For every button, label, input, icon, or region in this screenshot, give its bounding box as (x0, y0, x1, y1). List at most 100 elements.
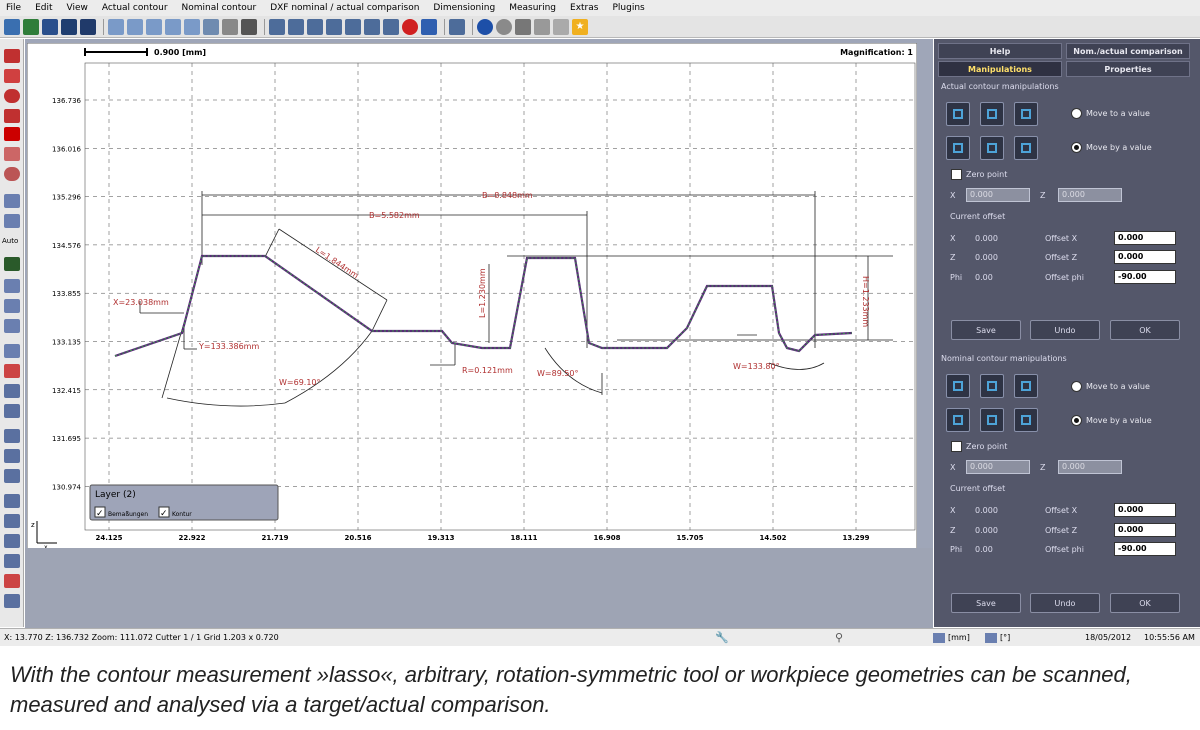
contour-canvas[interactable]: 0.900 [mm] Magnification: 1 136.736 136.0… (27, 43, 917, 580)
move-icon[interactable] (364, 18, 380, 35)
nominal-save-button[interactable]: Save (951, 593, 1021, 613)
cross-icon[interactable] (241, 18, 257, 35)
tangent-icon[interactable] (4, 364, 20, 378)
menu-file[interactable]: File (6, 3, 21, 13)
report-icon[interactable] (4, 534, 20, 548)
zero-point-checkbox[interactable] (951, 169, 962, 180)
cursor-icon[interactable] (307, 18, 323, 35)
circle-probe-icon[interactable] (4, 89, 20, 103)
move-horizontal-icon[interactable] (980, 408, 1004, 432)
zero-point-checkbox[interactable] (951, 441, 962, 452)
line-icon[interactable] (4, 147, 20, 161)
info-icon[interactable] (477, 18, 493, 35)
compare-icon[interactable] (4, 514, 20, 528)
measure-tool-icon[interactable] (449, 18, 465, 35)
zp-x-field[interactable]: 0.000 (966, 188, 1030, 202)
grid-icon[interactable] (222, 18, 238, 35)
tab-properties[interactable]: Properties (1066, 61, 1190, 77)
actual-offset-phi-field[interactable]: -90.00 (1114, 270, 1176, 284)
select-icon[interactable] (345, 18, 361, 35)
move-up-right-icon[interactable] (1014, 374, 1038, 398)
nominal-offset-phi-field[interactable]: -90.00 (1114, 542, 1176, 556)
nominal-undo-button[interactable]: Undo (1030, 593, 1100, 613)
arc-icon[interactable] (4, 167, 20, 181)
zp-x-field[interactable]: 0.000 (966, 460, 1030, 474)
export-icon[interactable] (4, 554, 20, 568)
point-icon[interactable] (4, 109, 20, 123)
tab-nom-actual-comparison[interactable]: Nom./actual comparison (1066, 43, 1190, 59)
zoom-out-icon[interactable] (127, 18, 143, 35)
nominal-offset-z-field[interactable]: 0.000 (1114, 523, 1176, 537)
edit-icon[interactable] (534, 18, 550, 35)
save-as-icon[interactable] (61, 18, 77, 35)
scan-icon[interactable] (4, 194, 20, 208)
angle-unit-select[interactable]: [°] (1000, 633, 1010, 642)
radio-move-by-value[interactable] (1071, 142, 1082, 153)
zoom-all-icon[interactable] (203, 18, 219, 35)
menu-measuring[interactable]: Measuring (509, 3, 556, 13)
menu-actual-contour[interactable]: Actual contour (102, 3, 168, 13)
marker-icon[interactable] (4, 127, 20, 141)
radius-icon[interactable] (4, 319, 20, 333)
zoom-in-icon[interactable] (108, 18, 124, 35)
radio-move-to-value[interactable] (1071, 381, 1082, 392)
display-icon[interactable] (4, 257, 20, 271)
zoom-prev-icon[interactable] (184, 18, 200, 35)
print-report-icon[interactable] (4, 594, 20, 608)
tool-icon[interactable] (4, 574, 20, 588)
profile-icon[interactable] (4, 494, 20, 508)
settings-icon[interactable] (496, 18, 512, 35)
angle-icon[interactable] (4, 279, 20, 293)
menu-dimensioning[interactable]: Dimensioning (433, 3, 495, 13)
save-icon[interactable] (42, 18, 58, 35)
new-doc-icon[interactable] (4, 18, 20, 35)
actual-offset-x-field[interactable]: 0.000 (1114, 231, 1176, 245)
zp-z-field[interactable]: 0.000 (1058, 460, 1122, 474)
move-vertical-icon[interactable] (946, 136, 970, 160)
radio-move-by-value[interactable] (1071, 415, 1082, 426)
menu-nominal-contour[interactable]: Nominal contour (182, 3, 257, 13)
gear-icon[interactable] (515, 18, 531, 35)
width-icon[interactable] (4, 404, 20, 418)
menu-extras[interactable]: Extras (570, 3, 598, 13)
actual-offset-z-field[interactable]: 0.000 (1114, 250, 1176, 264)
menu-edit[interactable]: Edit (35, 3, 52, 13)
probe-icon[interactable] (269, 18, 285, 35)
nominal-offset-x-field[interactable]: 0.000 (1114, 503, 1176, 517)
height-icon[interactable] (4, 384, 20, 398)
nominal-ok-button[interactable]: OK (1110, 593, 1180, 613)
menu-plugins[interactable]: Plugins (612, 3, 644, 13)
fit-arc-icon[interactable] (4, 469, 20, 483)
chamfer-icon[interactable] (4, 344, 20, 358)
tab-help[interactable]: Help (938, 43, 1062, 59)
mirror-icon[interactable] (4, 69, 20, 83)
fit-circle-icon[interactable] (4, 449, 20, 463)
lasso-icon[interactable] (4, 214, 20, 228)
unit-select[interactable]: [mm] (948, 633, 970, 642)
zoom-fit-icon[interactable] (165, 18, 181, 35)
zoom-window-icon[interactable] (146, 18, 162, 35)
move-up-left-icon[interactable] (946, 374, 970, 398)
move-up-icon[interactable] (980, 102, 1004, 126)
actual-ok-button[interactable]: OK (1110, 320, 1180, 340)
fit-line-icon[interactable] (4, 429, 20, 443)
delete-icon[interactable] (402, 18, 418, 35)
tag-icon[interactable] (553, 18, 569, 35)
dimension-icon[interactable] (326, 18, 342, 35)
move-up-left-icon[interactable] (946, 102, 970, 126)
print-icon[interactable] (80, 18, 96, 35)
radio-move-to-value[interactable] (1071, 108, 1082, 119)
star-icon[interactable]: ★ (572, 18, 588, 35)
close-contour-icon[interactable] (4, 49, 20, 63)
actual-undo-button[interactable]: Undo (1030, 320, 1100, 340)
menu-view[interactable]: View (67, 3, 88, 13)
copy-icon[interactable] (383, 18, 399, 35)
zp-z-field[interactable]: 0.000 (1058, 188, 1122, 202)
measure-icon[interactable] (288, 18, 304, 35)
undo-icon[interactable] (421, 18, 437, 35)
open-icon[interactable] (23, 18, 39, 35)
move-vertical-icon[interactable] (946, 408, 970, 432)
move-up-right-icon[interactable] (1014, 102, 1038, 126)
menu-dxf-comparison[interactable]: DXF nominal / actual comparison (270, 3, 419, 13)
distance-icon[interactable] (4, 299, 20, 313)
